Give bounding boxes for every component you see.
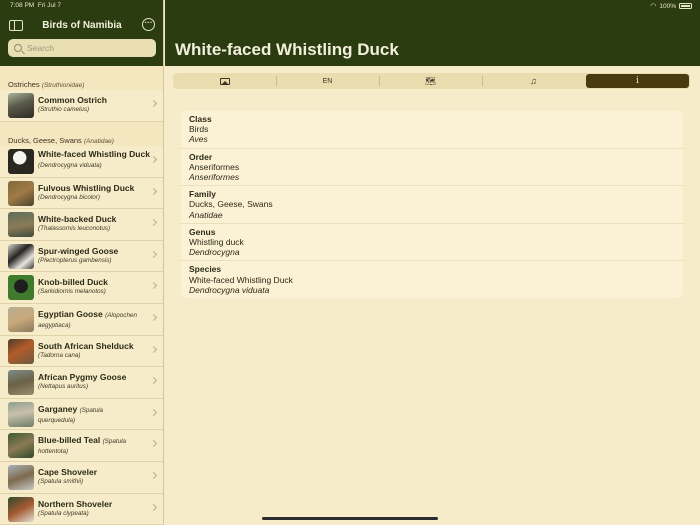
- detail-tabs: EN 🗺︎ ♫ i: [173, 73, 690, 89]
- list-item[interactable]: Fulvous Whistling Duck (Dendrocygna bicol…: [0, 177, 163, 210]
- chevron-right-icon: [149, 345, 158, 353]
- bird-thumbnail: [8, 338, 34, 364]
- tab-info[interactable]: i: [586, 74, 689, 88]
- list-item[interactable]: Egyptian Goose (Alopochen aegyptiaca): [0, 303, 163, 336]
- status-time: 7:08 PM Fri Jul 7: [10, 2, 61, 9]
- list-item[interactable]: Spur-winged Goose (Plectropterus gambensi…: [0, 240, 163, 273]
- tab-language[interactable]: EN: [276, 73, 379, 89]
- search-bar[interactable]: [8, 39, 156, 57]
- search-input[interactable]: [27, 43, 147, 53]
- sidebar-title: Birds of Namibia: [42, 20, 122, 31]
- bird-thumbnail: [8, 306, 34, 332]
- list-item[interactable]: South African Shelduck (Tadorna cana): [0, 335, 163, 368]
- taxonomy-row-species: Species White-faced Whistling Duck Dendr…: [189, 264, 293, 295]
- battery-percent: 100%: [659, 2, 676, 10]
- chevron-right-icon: [149, 408, 158, 416]
- bird-thumbnail: [8, 401, 34, 427]
- taxonomy-row-order: Order Anseriformes Anseriformes: [181, 149, 683, 187]
- chevron-right-icon: [149, 440, 158, 448]
- chevron-right-icon: [149, 282, 158, 290]
- list-item[interactable]: White-faced Whistling Duck (Dendrocygna …: [0, 145, 163, 178]
- bird-thumbnail: [8, 464, 34, 490]
- tab-sound[interactable]: ♫: [482, 73, 585, 89]
- music-note-icon: ♫: [530, 76, 537, 86]
- list-item[interactable]: Northern Shoveler (Spatula clypeata): [0, 493, 163, 525]
- bird-thumbnail: [8, 212, 34, 238]
- bird-thumbnail: [8, 496, 34, 522]
- taxonomy-row-genus: Genus Whistling duck Dendrocygna: [181, 224, 683, 262]
- page-title: White-faced Whistling Duck: [175, 40, 399, 59]
- tab-photo[interactable]: [173, 73, 276, 89]
- bird-thumbnail: [8, 93, 34, 118]
- list-item[interactable]: Garganey (Spatula querquedula): [0, 398, 163, 431]
- chevron-right-icon: [149, 250, 158, 258]
- chevron-right-icon: [149, 219, 158, 227]
- section-header-ostriches: Ostriches (Struthionidae): [8, 80, 85, 89]
- taxonomy-card: Class Birds Aves Order Anseriformes Anse…: [181, 111, 683, 298]
- bird-thumbnail: [8, 433, 34, 459]
- chevron-right-icon: [149, 471, 158, 479]
- chevron-right-icon: [149, 503, 158, 511]
- bird-thumbnail: [8, 148, 34, 174]
- taxonomy-row-class: Class Birds Aves: [181, 111, 683, 149]
- tab-map[interactable]: 🗺︎: [379, 73, 482, 89]
- home-indicator[interactable]: [262, 517, 438, 520]
- bird-list: Ostriches (Struthionidae) Common Ostrich…: [0, 66, 163, 525]
- bird-thumbnail: [8, 180, 34, 206]
- bird-thumbnail: [8, 275, 34, 301]
- bird-thumbnail: [8, 243, 34, 269]
- list-item[interactable]: Cape Shoveler (Spatula smithii): [0, 461, 163, 494]
- photo-icon: [219, 77, 230, 85]
- chevron-right-icon: [149, 187, 158, 195]
- chevron-right-icon: [149, 313, 158, 322]
- chevron-right-icon: [149, 377, 158, 385]
- list-item[interactable]: Blue-billed Teal (Spatula hottentota): [0, 430, 163, 462]
- list-item[interactable]: Knob-billed Duck (Sarkidiornis melanotos): [0, 272, 163, 304]
- chevron-right-icon: [149, 155, 158, 163]
- battery-icon: [679, 3, 692, 9]
- section-header-ducks: Ducks, Geese, Swans (Anatidae): [8, 135, 114, 145]
- more-options-icon[interactable]: ···: [142, 18, 155, 31]
- bird-thumbnail: [8, 370, 34, 396]
- list-item[interactable]: White-backed Duck (Thalassornis leuconotu…: [0, 209, 163, 241]
- chevron-right-icon: [149, 99, 158, 108]
- search-icon: [14, 44, 22, 52]
- sidebar: Birds of Namibia ··· Ostriches (Struthio…: [0, 0, 164, 525]
- status-bar: 7:08 PM Fri Jul 7 ◠ 100%: [0, 0, 700, 12]
- list-item[interactable]: Common Ostrich (Struthio camelus): [0, 90, 163, 122]
- info-icon: i: [636, 76, 639, 86]
- wifi-icon: ◠: [650, 3, 657, 10]
- taxonomy-row-family: Family Ducks, Geese, Swans Anatidae: [181, 186, 683, 224]
- map-icon: 🗺︎: [424, 75, 437, 86]
- list-item[interactable]: African Pygmy Goose (Nettapus auritus): [0, 367, 163, 399]
